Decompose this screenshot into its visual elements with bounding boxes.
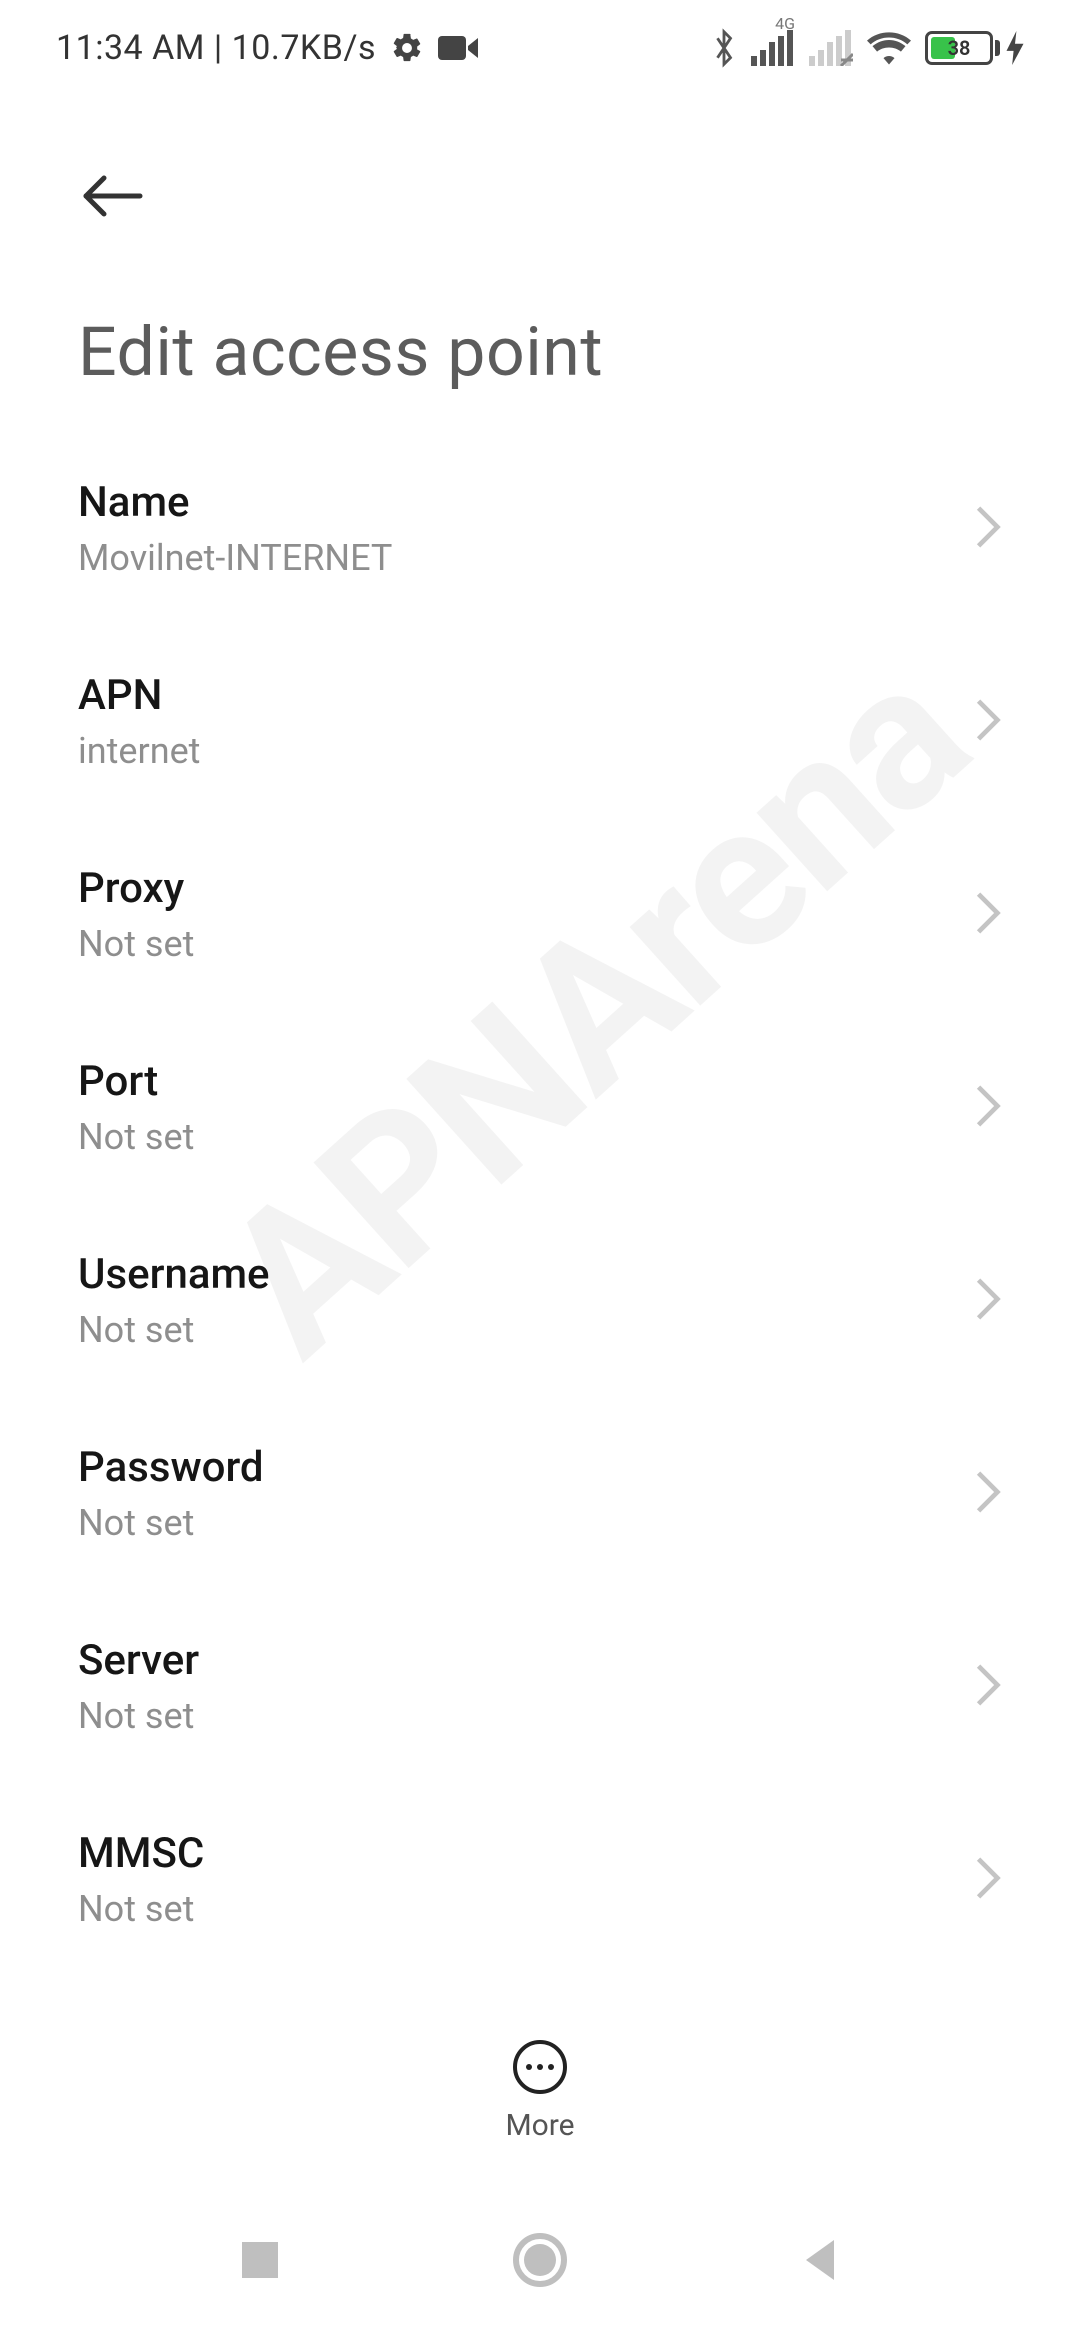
row-label: Password [78, 1443, 264, 1492]
back-button[interactable] [78, 156, 158, 236]
row-mmsc[interactable]: MMSC Not set [0, 1783, 1080, 1976]
signal-sim2-icon [809, 30, 853, 66]
row-label: Username [78, 1250, 270, 1299]
network-type-label: 4G [775, 14, 795, 33]
row-label: Proxy [78, 864, 194, 913]
row-value: Not set [78, 1116, 194, 1158]
row-value: Not set [78, 1309, 270, 1351]
camera-icon [438, 34, 478, 62]
row-username[interactable]: Username Not set [0, 1204, 1080, 1397]
status-separator: | [205, 28, 232, 68]
status-time: 11:34 AM [56, 28, 205, 68]
chevron-right-icon [974, 891, 1002, 939]
nav-recents-button[interactable] [200, 2200, 320, 2320]
status-bar: 11:34 AM | 10.7KB/s 4G 38 [0, 0, 1080, 96]
chevron-right-icon [974, 1663, 1002, 1711]
row-port[interactable]: Port Not set [0, 1011, 1080, 1204]
apn-settings-list: APNArena Name Movilnet-INTERNET APN inte… [0, 432, 1080, 2169]
row-password[interactable]: Password Not set [0, 1397, 1080, 1590]
chevron-right-icon [974, 1470, 1002, 1518]
status-data-rate: 10.7KB/s [232, 28, 376, 68]
row-value: Movilnet-INTERNET [78, 537, 392, 579]
chevron-right-icon [974, 505, 1002, 553]
more-circle-icon [511, 2038, 569, 2096]
battery-indicator: 38 [925, 31, 1024, 65]
chevron-right-icon [974, 1084, 1002, 1132]
row-name[interactable]: Name Movilnet-INTERNET [0, 432, 1080, 625]
chevron-right-icon [974, 1277, 1002, 1325]
charging-bolt-icon [1006, 31, 1024, 65]
row-label: Server [78, 1636, 199, 1685]
status-right: 4G 38 [711, 28, 1024, 68]
row-label: Port [78, 1057, 194, 1106]
chevron-right-icon [974, 698, 1002, 746]
arrow-left-icon [78, 172, 150, 220]
bottom-toolbar: More [0, 2000, 1080, 2180]
system-nav-bar [0, 2180, 1080, 2340]
row-apn[interactable]: APN internet [0, 625, 1080, 818]
square-icon [238, 2238, 282, 2282]
row-value: internet [78, 730, 200, 772]
more-button[interactable]: More [505, 2038, 574, 2143]
nav-home-button[interactable] [480, 2200, 600, 2320]
circle-icon [512, 2232, 568, 2288]
battery-percent-text: 38 [928, 34, 990, 62]
gear-icon [390, 31, 424, 65]
row-label: APN [78, 671, 200, 720]
nav-back-button[interactable] [760, 2200, 880, 2320]
bluetooth-icon [711, 28, 737, 68]
row-server[interactable]: Server Not set [0, 1590, 1080, 1783]
row-value: Not set [78, 1695, 199, 1737]
triangle-left-icon [798, 2236, 842, 2284]
row-label: MMSC [78, 1829, 204, 1878]
status-left: 11:34 AM | 10.7KB/s [56, 28, 478, 68]
chevron-right-icon [974, 1856, 1002, 1904]
row-value: Not set [78, 1888, 204, 1930]
wifi-icon [867, 31, 911, 65]
page-title: Edit access point [78, 312, 1002, 392]
more-label: More [505, 2108, 574, 2143]
row-value: Not set [78, 923, 194, 965]
row-value: Not set [78, 1502, 264, 1544]
row-proxy[interactable]: Proxy Not set [0, 818, 1080, 1011]
signal-sim1-icon: 4G [751, 30, 795, 66]
row-label: Name [78, 478, 392, 527]
